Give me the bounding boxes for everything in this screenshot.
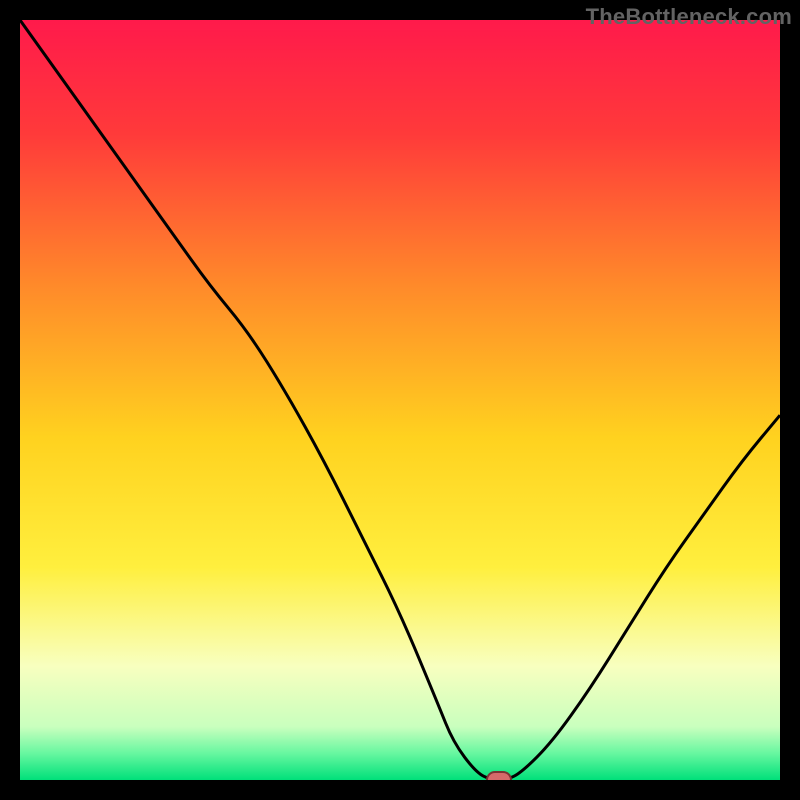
bottleneck-chart: TheBottleneck.com xyxy=(0,0,800,800)
plot-area xyxy=(20,20,780,780)
gradient-backdrop xyxy=(20,20,780,780)
watermark-text: TheBottleneck.com xyxy=(586,4,792,30)
chart-svg xyxy=(20,20,780,780)
optimal-marker xyxy=(486,771,512,780)
